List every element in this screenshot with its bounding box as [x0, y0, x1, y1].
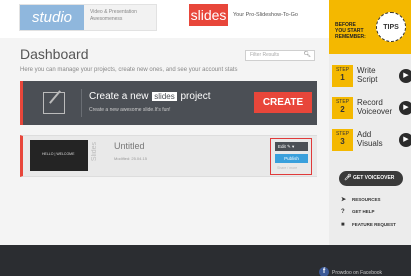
step-3[interactable]: STEP 3 Add Visuals ▶: [329, 126, 411, 156]
filter-input[interactable]: Filter Results 🔍︎: [245, 50, 315, 61]
voiceover-label: GET VOICEOVER: [353, 175, 395, 181]
microphone-icon: 🎤︎: [344, 175, 352, 181]
before-line-3: REMEMBER:: [335, 34, 366, 40]
search-icon[interactable]: 🔍︎: [303, 51, 311, 60]
step-number: STEP 1: [332, 65, 353, 87]
step-digit: 3: [340, 137, 345, 146]
play-icon[interactable]: ▶: [399, 69, 411, 83]
step-digit: 2: [340, 105, 345, 114]
chat-icon: ■: [341, 222, 345, 228]
get-voiceover-button[interactable]: 🎤︎ GET VOICEOVER: [339, 171, 403, 186]
step-label: Add Visuals: [357, 130, 383, 148]
project-type-label: Slides: [91, 142, 98, 162]
page-subtitle: Here you can manage your projects, creat…: [20, 67, 238, 73]
project-thumbnail[interactable]: HELLO | WELCOME: [30, 140, 88, 171]
footer: f Prowdoo on Facebook: [0, 245, 411, 276]
project-row[interactable]: HELLO | WELCOME Slides Untitled Modified…: [20, 135, 317, 177]
tips-badge[interactable]: TIPS: [376, 12, 406, 42]
step-label-1: Add: [357, 130, 372, 139]
page-title: Dashboard: [20, 46, 89, 62]
slides-logo: slides: [189, 4, 228, 26]
feature-request-link[interactable]: ■ FEATURE REQUEST: [341, 222, 396, 228]
project-modified: Modified: 25.04.15: [114, 156, 147, 161]
step-label-1: Write: [357, 66, 376, 75]
before-text: BEFORE YOU START REMEMBER:: [335, 22, 366, 40]
publish-button[interactable]: Publish: [275, 154, 308, 163]
ad-banner-strip: studio Video & Presentation Awesomeness …: [0, 0, 329, 38]
step-number: STEP 2: [332, 97, 353, 119]
create-title-suffix: project: [180, 91, 211, 102]
filter-placeholder: Filter Results: [250, 52, 280, 58]
facebook-icon[interactable]: f: [319, 267, 329, 276]
step-number: STEP 3: [332, 129, 353, 151]
thumbnail-text: HELLO | WELCOME: [42, 152, 75, 156]
share-link[interactable]: Share / more: [277, 166, 297, 170]
resources-label: RESOURCES: [352, 197, 381, 202]
rocket-icon: ➤: [341, 197, 347, 203]
step-digit: 1: [340, 73, 345, 82]
facebook-link[interactable]: Prowdoo on Facebook: [332, 270, 382, 276]
get-help-label: GET HELP: [352, 209, 375, 214]
divider: [81, 89, 82, 117]
step-label-2: Visuals: [357, 139, 383, 148]
create-project-row: Create a new slides project Create a new…: [20, 81, 317, 125]
step-label: Write Script: [357, 66, 377, 84]
create-button[interactable]: CREATE: [254, 92, 312, 113]
play-icon[interactable]: ▶: [399, 133, 411, 147]
slides-tagline: Your Pro-Slideshow-To-Go: [233, 12, 298, 18]
studio-ad-text: Video & Presentation Awesomeness: [90, 9, 137, 22]
step-label: Record Voiceover: [357, 98, 392, 116]
question-icon: ?: [341, 209, 345, 215]
resources-link[interactable]: ➤ RESOURCES: [341, 196, 381, 203]
edit-pencil-icon: [43, 92, 65, 114]
get-help-link[interactable]: ? GET HELP: [341, 209, 375, 215]
create-description: Create a new awesome slide.It's fun!: [89, 107, 171, 113]
studio-logo: studio: [20, 5, 84, 30]
step-1[interactable]: STEP 1 Write Script ▶: [329, 62, 411, 92]
create-title-prefix: Create a new: [89, 91, 149, 102]
pencil-icon: ✎ ▾: [287, 144, 295, 149]
edit-button[interactable]: Edit ✎ ▾: [275, 142, 308, 151]
step-2[interactable]: STEP 2 Record Voiceover ▶: [329, 94, 411, 124]
create-title: Create a new slides project: [89, 91, 211, 102]
slides-brand: slides: [152, 92, 177, 101]
slides-ad[interactable]: slides Your Pro-Slideshow-To-Go: [189, 4, 319, 30]
feature-request-label: FEATURE REQUEST: [352, 222, 396, 227]
step-label-1: Record: [357, 98, 383, 107]
project-actions: Edit ✎ ▾ Publish Share / more: [270, 138, 312, 175]
edit-label: Edit: [278, 144, 286, 149]
project-title[interactable]: Untitled: [114, 141, 145, 151]
step-label-2: Script: [357, 75, 378, 84]
right-sidebar: BEFORE YOU START REMEMBER: TIPS STEP 1 Wr…: [329, 0, 411, 245]
step-label-2: Voiceover: [357, 107, 393, 116]
studio-ad[interactable]: studio Video & Presentation Awesomeness: [19, 4, 157, 31]
tips-box: BEFORE YOU START REMEMBER: TIPS: [329, 0, 411, 54]
play-icon[interactable]: ▶: [399, 101, 411, 115]
dashboard-page: studio Video & Presentation Awesomeness …: [0, 0, 411, 276]
